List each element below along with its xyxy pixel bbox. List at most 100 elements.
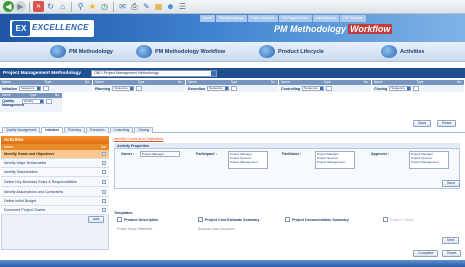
stop-icon[interactable]: ✕ bbox=[33, 1, 44, 12]
tab-quality-management[interactable]: Quality Management bbox=[2, 127, 41, 133]
facilitator-list[interactable]: Project Manager Project Sponsor Project … bbox=[315, 151, 355, 169]
tab-execution[interactable]: Execution bbox=[86, 127, 109, 133]
col-type: Type bbox=[29, 93, 37, 97]
delete-icon[interactable]: × bbox=[102, 169, 106, 174]
reset-bottom-button[interactable]: Reset bbox=[442, 250, 462, 257]
favorites-icon[interactable]: ★ bbox=[87, 1, 98, 12]
complete-button[interactable]: Complete bbox=[413, 250, 439, 257]
header-tab-administration[interactable]: Administration bbox=[312, 15, 340, 22]
tab-planning[interactable]: Planning bbox=[64, 127, 86, 133]
activity-row[interactable]: Identify Goals and Objectives × bbox=[1, 150, 109, 159]
nav-pm-methodology-workflow[interactable]: PM Methodology Workflow bbox=[136, 44, 225, 59]
template-business-case[interactable]: Business Case Document bbox=[198, 227, 235, 231]
list-item[interactable]: Project Management bbox=[411, 160, 448, 164]
save-properties-button[interactable]: Save bbox=[442, 180, 461, 187]
checkbox[interactable] bbox=[198, 217, 203, 222]
header-tab-pm-methodology[interactable]: PM Methodology bbox=[215, 15, 247, 22]
header-tab-home[interactable]: Home bbox=[200, 15, 215, 22]
next-button[interactable]: Next bbox=[442, 237, 460, 244]
refresh-icon[interactable]: ↻ bbox=[45, 1, 56, 12]
col-type: Type bbox=[230, 80, 238, 84]
methodology-select[interactable]: OBCI Project Management Methodology bbox=[91, 69, 218, 77]
approver-list[interactable]: Project Manager Project Sponsor Project … bbox=[409, 151, 449, 169]
search-icon[interactable]: ⚲ bbox=[75, 1, 86, 12]
discuss-icon[interactable]: ▦ bbox=[153, 1, 164, 12]
phase-planning: Name Type No. Planning Sequence bbox=[93, 80, 185, 92]
nav-pm-methodology[interactable]: PM Methodology bbox=[50, 44, 113, 59]
template-documentation-summary[interactable]: Project Documentation Summary bbox=[285, 217, 349, 222]
research-icon[interactable]: ☰ bbox=[177, 1, 188, 12]
brand-title: PM Methodology Workflow bbox=[274, 24, 393, 34]
template-cost-estimate[interactable]: Project Cost Estimate Summary bbox=[198, 217, 260, 222]
phase-number-field[interactable] bbox=[136, 86, 143, 91]
back-icon[interactable]: ◀ bbox=[3, 1, 14, 12]
delete-icon[interactable]: × bbox=[102, 189, 106, 194]
forward-icon[interactable]: ▶ bbox=[15, 1, 26, 12]
phase-type-select[interactable]: Sequence bbox=[112, 86, 135, 91]
save-button[interactable]: Save bbox=[413, 120, 432, 127]
header-tab-project-center[interactable]: PM Project Center bbox=[278, 15, 312, 22]
activity-link[interactable]: Identify Goals and Objectives bbox=[114, 137, 163, 141]
list-item[interactable]: Project Management bbox=[317, 160, 354, 164]
template-scope-statement[interactable]: Project Scope Statement bbox=[117, 227, 152, 231]
activity-row[interactable]: Document Project Charter × bbox=[1, 206, 109, 215]
activity-row[interactable]: Identify Major Deliverables × bbox=[1, 159, 109, 168]
delete-icon[interactable]: × bbox=[102, 198, 106, 203]
participant-list[interactable]: Project Manager Project Sponsor Project … bbox=[228, 151, 268, 169]
reset-button[interactable]: Reset bbox=[437, 120, 457, 127]
phase-number-field[interactable] bbox=[42, 86, 49, 91]
checkbox[interactable] bbox=[383, 217, 388, 222]
delete-icon[interactable]: × bbox=[102, 179, 106, 184]
add-activity-button[interactable]: Add bbox=[88, 216, 105, 223]
delete-icon[interactable]: × bbox=[102, 151, 106, 156]
phase-row: Initiation Sequence bbox=[0, 85, 92, 92]
phase-number-field[interactable] bbox=[326, 86, 333, 91]
tab-initiation[interactable]: Initiation bbox=[41, 127, 64, 133]
col-name: Name bbox=[2, 80, 11, 84]
activity-name: Identify Major Deliverables bbox=[4, 160, 47, 165]
header-tab-project-lifecycle[interactable]: Project Lifecycle bbox=[247, 15, 278, 22]
template-product-description[interactable]: Product Description bbox=[117, 217, 158, 222]
phase-tabs: Quality Management Initiation Planning E… bbox=[0, 127, 465, 133]
phase-type-select[interactable]: Sequence bbox=[207, 86, 230, 91]
history-icon[interactable]: ◷ bbox=[99, 1, 110, 12]
facilitator-label: Facilitator : bbox=[282, 152, 302, 156]
delete-icon[interactable]: × bbox=[102, 160, 106, 165]
activity-row[interactable]: Identify Assumptions and Constraints × bbox=[1, 187, 109, 197]
col-name: Name bbox=[188, 80, 197, 84]
phase-type-select[interactable]: Sequence bbox=[18, 86, 41, 91]
print-icon[interactable]: ⎙ bbox=[129, 1, 140, 12]
nav-product-lifecycle[interactable]: Product Lifecycle bbox=[259, 44, 324, 59]
nav-activities[interactable]: Activities bbox=[381, 44, 424, 59]
phase-closing: Name Type No. Closing Sequence bbox=[372, 80, 464, 92]
mail-icon[interactable]: ✉ bbox=[117, 1, 128, 12]
phase-type-select[interactable]: Sequence bbox=[389, 86, 412, 91]
phase-number-field[interactable] bbox=[46, 99, 52, 104]
template-project-charter[interactable]: Project Charter bbox=[383, 217, 414, 222]
owner-select[interactable]: Project Manager bbox=[140, 151, 180, 157]
edit-icon[interactable]: ✎ bbox=[141, 1, 152, 12]
header-tabs: Home PM Methodology Project Lifecycle PM… bbox=[200, 15, 366, 22]
methodology-title: Project Management Methodology bbox=[3, 70, 82, 76]
header-tab-pm-template[interactable]: PM Template bbox=[340, 15, 366, 22]
list-item[interactable]: Project Management bbox=[230, 160, 267, 164]
col-no: No. bbox=[456, 80, 462, 84]
tab-closing[interactable]: Closing bbox=[134, 127, 154, 133]
activity-row[interactable]: Define Key Business Roles & Responsibili… bbox=[1, 177, 109, 187]
phase-type-select[interactable]: Sequence bbox=[302, 86, 325, 91]
nav-label: PM Methodology bbox=[69, 48, 113, 55]
checkbox[interactable] bbox=[117, 217, 122, 222]
phase-number-field[interactable] bbox=[413, 86, 420, 91]
checkbox[interactable] bbox=[285, 217, 290, 222]
phase-number-field[interactable] bbox=[231, 86, 238, 91]
activity-name: Define Key Business Roles & Responsibili… bbox=[4, 179, 77, 184]
messenger-icon[interactable]: ☻ bbox=[165, 1, 176, 12]
delete-icon[interactable]: × bbox=[102, 207, 106, 212]
home-icon[interactable]: ⌂ bbox=[57, 1, 68, 12]
phase-type-select[interactable]: Quality bbox=[22, 99, 44, 104]
activity-row[interactable]: Define Initial Budget × bbox=[1, 197, 109, 206]
tab-controlling[interactable]: Controlling bbox=[109, 127, 134, 133]
activity-row[interactable]: Identify Stakeholders × bbox=[1, 168, 109, 177]
template-label: Business Case Document bbox=[198, 227, 235, 231]
toolbar-divider bbox=[29, 1, 30, 12]
